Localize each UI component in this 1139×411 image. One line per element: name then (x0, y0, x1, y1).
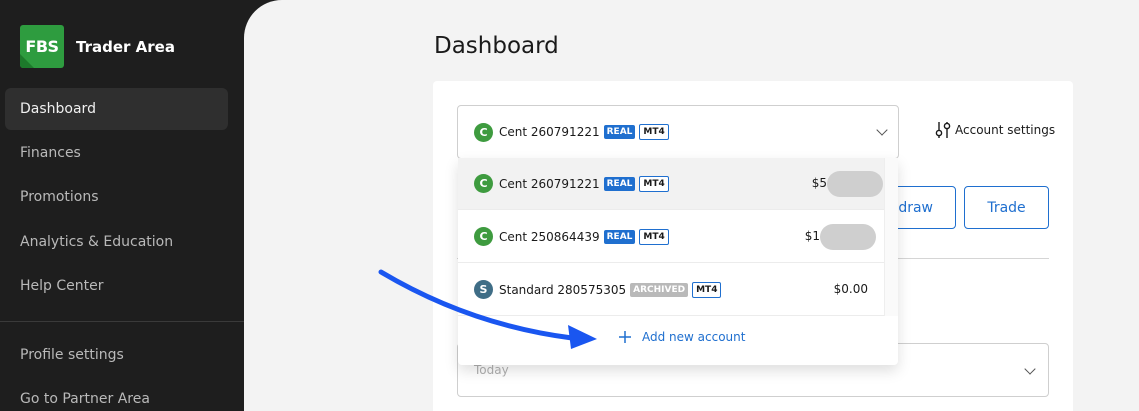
page-title: Dashboard (434, 33, 559, 59)
real-badge: REAL (603, 125, 636, 139)
sidebar-item-analytics-education[interactable]: Analytics & Education (5, 221, 228, 263)
add-new-account-label: Add new account (642, 330, 746, 344)
account-balance: $0.00 (833, 282, 868, 296)
plus-icon (619, 331, 631, 343)
sidebar-item-help-center[interactable]: Help Center (5, 265, 228, 307)
brand[interactable]: FBS Trader Area (20, 25, 175, 68)
account-option[interactable]: C Cent 260791221 REAL MT4 $5 (458, 158, 884, 210)
account-option[interactable]: S Standard 280575305 ARCHIVED MT4 $0.00 (458, 264, 884, 316)
sidebar-divider (0, 321, 244, 322)
mt4-badge: MT4 (639, 228, 669, 245)
account-select[interactable]: C Cent 260791221 REAL MT4 (457, 105, 899, 159)
date-range-value: Today (474, 363, 509, 377)
account-option-name: Cent 250864439 (499, 229, 600, 244)
dropdown-scrollbar[interactable] (884, 158, 898, 316)
cent-coin-icon: C (474, 174, 493, 193)
account-option-name: Standard 280575305 (499, 282, 627, 297)
selected-account-name: Cent 260791221 (499, 125, 600, 139)
sidebar-item-profile-settings[interactable]: Profile settings (5, 334, 228, 376)
account-balance: $5 (811, 176, 827, 190)
account-option-name: Cent 260791221 (499, 176, 600, 191)
standard-coin-icon: S (474, 280, 493, 299)
sidebar-item-promotions[interactable]: Promotions (5, 176, 228, 218)
cent-coin-icon: C (474, 122, 493, 142)
mt4-badge: MT4 (692, 281, 722, 298)
main-content: Dashboard C Cent 260791221 REAL MT4 Acco… (244, 0, 1139, 411)
sidebar-item-dashboard[interactable]: Dashboard (5, 88, 228, 130)
chevron-down-icon (876, 124, 888, 136)
trade-button[interactable]: Trade (964, 186, 1049, 229)
archived-badge: ARCHIVED (630, 282, 689, 297)
sliders-icon (935, 122, 951, 138)
account-dropdown: C Cent 260791221 REAL MT4 $5 C Cent 2508… (458, 158, 898, 365)
account-option[interactable]: C Cent 250864439 REAL MT4 $1 (458, 211, 884, 263)
cent-coin-icon: C (474, 227, 493, 246)
real-badge: REAL (603, 229, 636, 244)
account-settings-link[interactable]: Account settings (935, 121, 1055, 139)
real-badge: REAL (603, 176, 636, 191)
mt4-badge: MT4 (639, 124, 669, 140)
sidebar-item-partner-area[interactable]: Go to Partner Area (5, 378, 228, 411)
sidebar-item-finances[interactable]: Finances (5, 132, 228, 174)
sidebar: FBS Trader Area Dashboard Finances Promo… (0, 0, 244, 411)
balance-blur-mask (820, 224, 876, 250)
chevron-down-icon (1024, 363, 1036, 375)
balance-blur-mask (827, 171, 883, 197)
brand-title: Trader Area (76, 37, 175, 56)
mt4-badge: MT4 (639, 175, 669, 192)
account-balance: $1 (804, 229, 820, 243)
account-settings-label: Account settings (955, 123, 1056, 137)
add-new-account-button[interactable]: Add new account (618, 330, 745, 344)
fbs-logo: FBS (20, 25, 64, 68)
